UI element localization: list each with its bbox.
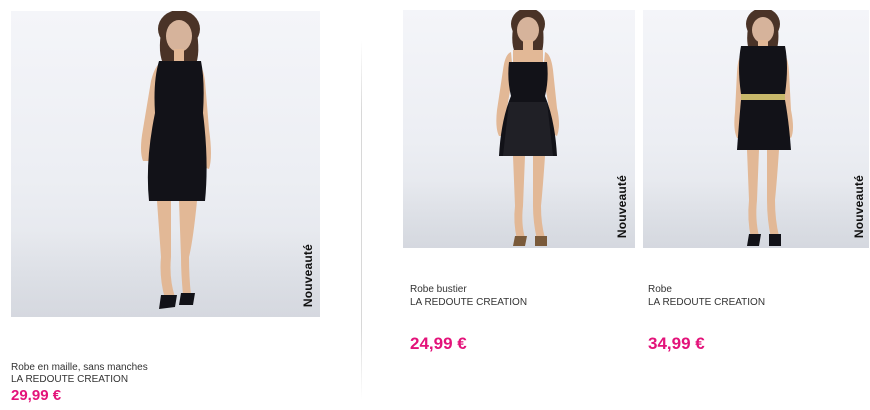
product-card-3[interactable]: Nouveauté Robe LA REDOUTE CREATION 34,99… bbox=[640, 0, 870, 370]
product-price: 34,99 € bbox=[648, 334, 705, 353]
product-brand: LA REDOUTE CREATION bbox=[648, 297, 766, 308]
column-divider bbox=[361, 40, 362, 400]
model-belted-dress bbox=[734, 10, 793, 246]
product-name[interactable]: Robe en maille, sans manches bbox=[11, 362, 148, 373]
model-strapless-dress bbox=[496, 10, 559, 246]
new-badge: Nouveauté bbox=[615, 174, 629, 238]
product-price: 24,99 € bbox=[410, 334, 467, 353]
product-card-1[interactable]: Nouveauté Robe en maille, sans manches L… bbox=[0, 0, 360, 410]
product-brand: LA REDOUTE CREATION bbox=[410, 297, 528, 308]
product-image-2[interactable]: Nouveauté bbox=[403, 10, 635, 248]
product-image-3[interactable]: Nouveauté bbox=[643, 10, 869, 248]
product-name[interactable]: Robe bbox=[648, 284, 672, 295]
product-image-1[interactable]: Nouveauté bbox=[11, 11, 320, 317]
product-brand: LA REDOUTE CREATION bbox=[11, 374, 129, 385]
product-name[interactable]: Robe bustier bbox=[410, 284, 467, 295]
product-price: 29,99 € bbox=[11, 387, 62, 404]
product-card-2[interactable]: Nouveauté Robe bustier LA REDOUTE CREATI… bbox=[395, 0, 640, 370]
model-sleeveless-dress bbox=[141, 11, 211, 309]
new-badge: Nouveauté bbox=[301, 243, 315, 307]
new-badge: Nouveauté bbox=[852, 174, 866, 238]
